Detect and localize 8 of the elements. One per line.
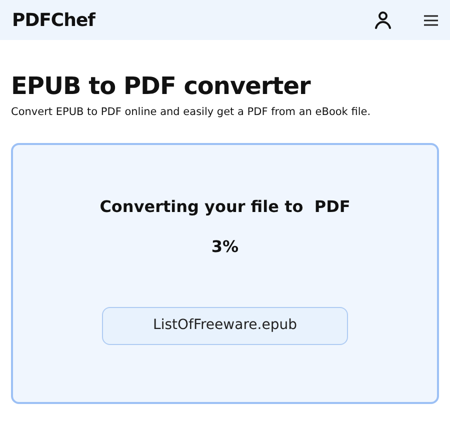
logo[interactable]: PDFChef <box>12 6 95 34</box>
file-name: ListOfFreeware.epub <box>102 306 348 345</box>
progress-percent: 3% <box>211 236 239 258</box>
converting-message: Converting your file to PDF <box>100 196 350 218</box>
page-subtitle: Convert EPUB to PDF online and easily get a PDF from an eBook file. <box>11 104 372 120</box>
menu-icon[interactable] <box>424 14 438 26</box>
page-title: EPUB to PDF converter <box>11 72 312 101</box>
user-icon[interactable] <box>374 11 392 29</box>
